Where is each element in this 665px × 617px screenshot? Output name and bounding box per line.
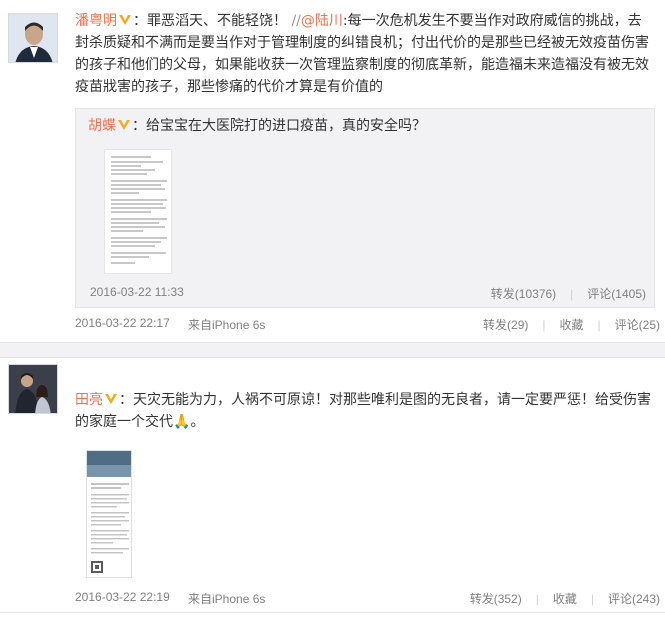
quoted-body: ：给宝宝在大医院打的进口疫苗，真的安全吗？: [132, 118, 426, 134]
quoted-repost-button[interactable]: 转发(10376): [491, 287, 556, 301]
divider: |: [570, 287, 574, 301]
repost-button[interactable]: 转发(352): [470, 592, 522, 606]
favorite-button[interactable]: 收藏: [553, 592, 577, 606]
post-text: 田亮 ：天灾无能为力，人祸不可原谅！对那些唯利是图的无良者，请一定要严惩！给受伤害…: [75, 389, 660, 433]
comment-button[interactable]: 评论(25): [615, 318, 660, 332]
verified-v-icon: [105, 394, 117, 404]
verified-v-icon: [119, 15, 131, 25]
document-text-image: [111, 156, 167, 264]
post-end-text: 。: [190, 414, 205, 430]
post-source[interactable]: 来自iPhone 6s: [188, 590, 265, 607]
post-main-text: ：天灾无能为力，人祸不可原谅！对那些唯利是图的无良者，请一定要严惩！给受伤害的家…: [75, 392, 651, 430]
quoted-comment-button[interactable]: 评论(1405): [587, 287, 646, 301]
repost-button[interactable]: 转发(29): [483, 318, 528, 332]
quoted-text: 胡蝶 ：给宝宝在大医院打的进口疫苗，真的安全吗？: [88, 115, 426, 137]
post-image-thumbnail[interactable]: [86, 450, 132, 578]
avatar-family-photo-icon: [9, 365, 57, 413]
article-screenshot-image: [87, 451, 131, 573]
comment-button[interactable]: 评论(243): [608, 592, 660, 606]
avatar-portrait-icon: [9, 14, 57, 62]
mention-link[interactable]: @陆川: [301, 13, 343, 29]
quoted-timestamp[interactable]: 2016-03-22 11:33: [90, 285, 184, 299]
post-text: 潘粤明 ：罪恶滔天、不能轻饶！ //@陆川:每一次危机发生不要当作对政府威信的挑战…: [75, 10, 655, 98]
favorite-button[interactable]: 收藏: [560, 318, 584, 332]
author-name[interactable]: 田亮: [75, 392, 103, 408]
bottom-divider: [0, 612, 665, 613]
divider: |: [597, 318, 601, 332]
post-timestamp[interactable]: 2016-03-22 22:17: [75, 316, 170, 330]
post-main-text: ：罪恶滔天、不能轻饶！: [133, 13, 287, 29]
divider: |: [535, 592, 539, 606]
post-separator: [0, 342, 665, 358]
quoted-author-name[interactable]: 胡蝶: [88, 118, 116, 134]
avatar[interactable]: [8, 13, 58, 63]
repost-marker: //: [291, 13, 301, 29]
divider: |: [590, 592, 594, 606]
verified-v-icon: [118, 120, 130, 130]
divider: |: [542, 318, 546, 332]
author-name[interactable]: 潘粤明: [75, 13, 117, 29]
pray-emoji-icon: 🙏: [173, 414, 191, 430]
weibo-post: 田亮 ：天灾无能为力，人祸不可原谅！对那些唯利是图的无良者，请一定要严惩！给受伤害…: [0, 358, 665, 617]
avatar[interactable]: [8, 364, 58, 414]
quoted-post[interactable]: 胡蝶 ：给宝宝在大医院打的进口疫苗，真的安全吗？ 2016-03-22 11:3…: [75, 108, 655, 308]
post-source[interactable]: 来自iPhone 6s: [188, 316, 265, 333]
quoted-image-thumbnail[interactable]: [104, 149, 172, 274]
post-timestamp[interactable]: 2016-03-22 22:19: [75, 590, 170, 604]
